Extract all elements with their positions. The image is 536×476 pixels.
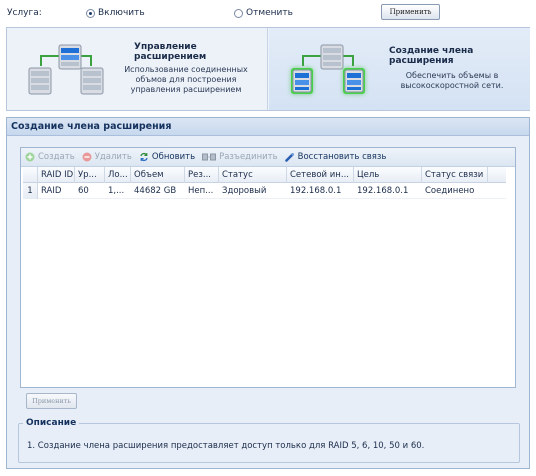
- cell-target: 192.168.0.1: [357, 186, 409, 196]
- create-button-label: Создать: [38, 152, 75, 162]
- cell-network: 192.168.0.1: [290, 186, 342, 196]
- cell-level: 60: [78, 186, 89, 196]
- column-header-link-status[interactable]: Статус связи: [422, 167, 488, 183]
- column-header-spacer: [488, 167, 506, 183]
- minus-circle-icon: [82, 152, 92, 162]
- manage-expansion-panel[interactable]: Управление расширением Использование сое…: [7, 28, 268, 110]
- service-label: Услуга:: [7, 8, 42, 18]
- column-header-level[interactable]: Ур...: [75, 167, 105, 183]
- column-header-location[interactable]: Ло...: [105, 167, 131, 183]
- create-member-section: Создание члена расширения Создать Удалит…: [6, 117, 530, 469]
- feature-banner: Управление расширением Использование сое…: [6, 27, 530, 111]
- radio-enable[interactable]: Включить: [86, 8, 145, 18]
- members-grid: Создать Удалить Обновить Разъединить Вос…: [20, 147, 516, 388]
- service-apply-button[interactable]: Применить: [381, 4, 440, 20]
- disconnect-icon: [202, 153, 217, 161]
- grid-header-row: RAID ID Ур... Ло... Объем Рез... Статус …: [23, 167, 506, 183]
- grid-toolbar: Создать Удалить Обновить Разъединить Вос…: [21, 148, 515, 167]
- network-volumes-icon: [291, 44, 365, 94]
- column-header-raid-id[interactable]: RAID ID: [38, 167, 75, 183]
- plus-circle-icon: [25, 152, 35, 162]
- description-box: Описание 1. Создание члена расширения пр…: [18, 418, 520, 463]
- create-desc-line: Обеспечить объемы в: [405, 71, 499, 80]
- manage-expansion-title: Управление расширением: [134, 42, 207, 62]
- create-desc-line: высокоскоростной сети.: [400, 81, 504, 90]
- column-header-volume[interactable]: Объем: [131, 167, 185, 183]
- disconnect-button[interactable]: Разъединить: [202, 152, 278, 162]
- refresh-button[interactable]: Обновить: [139, 152, 195, 162]
- reconnect-icon: [284, 153, 294, 162]
- description-text: 1. Создание члена расширения предоставля…: [27, 441, 425, 451]
- refresh-icon: [140, 152, 148, 162]
- refresh-button-label: Обновить: [151, 152, 196, 162]
- service-row: Услуга: Включить Отменить Применить: [0, 0, 536, 26]
- radio-disable-indicator[interactable]: [234, 8, 243, 18]
- radio-enable-label: Включить: [98, 8, 145, 18]
- cell-location: 1,...: [108, 186, 125, 196]
- create-member-title: Создание члена расширения: [389, 46, 474, 66]
- manage-desc-line: Использование соединенных: [124, 65, 248, 74]
- manage-desc-line: объмов для построения: [135, 75, 237, 84]
- radio-disable-label: Отменить: [246, 8, 293, 18]
- cell-raid-id: RAID: [41, 186, 62, 196]
- radio-disable[interactable]: Отменить: [234, 8, 293, 18]
- manage-desc-line: управления расширением: [130, 85, 242, 94]
- section-title: Создание члена расширения: [7, 118, 529, 136]
- column-header-rownum: [23, 167, 38, 183]
- cell-reserve: Неп...: [188, 186, 214, 196]
- delete-button[interactable]: Удалить: [82, 152, 132, 162]
- table-row[interactable]: 1 RAID 60 1,... 44682 GB Неп... Здоровый…: [23, 183, 506, 199]
- create-button[interactable]: Создать: [25, 152, 75, 162]
- section-apply-button[interactable]: Применить: [26, 393, 77, 409]
- column-header-network[interactable]: Сетевой ин...: [287, 167, 354, 183]
- reconnect-button-label: Восстановить связь: [297, 152, 387, 162]
- row-number: 1: [23, 183, 38, 199]
- disconnect-button-label: Разъединить: [219, 152, 278, 162]
- linked-volumes-icon: [28, 44, 104, 95]
- radio-enable-indicator[interactable]: [86, 8, 95, 18]
- create-member-panel[interactable]: Создание члена расширения Обеспечить объ…: [269, 28, 530, 110]
- description-legend: Описание: [23, 418, 80, 428]
- column-header-target[interactable]: Цель: [354, 167, 422, 183]
- manage-expansion-desc: Использование соединенных объмов для пос…: [119, 65, 253, 95]
- column-header-reserve[interactable]: Рез...: [185, 167, 219, 183]
- column-header-status[interactable]: Статус: [219, 167, 287, 183]
- cell-volume: 44682 GB: [134, 186, 177, 196]
- cell-status: Здоровый: [222, 186, 267, 196]
- create-member-desc: Обеспечить объемы в высокоскоростной сет…: [389, 71, 515, 91]
- cell-link-status: Соединено: [425, 186, 475, 196]
- delete-button-label: Удалить: [94, 152, 132, 162]
- reconnect-button[interactable]: Восстановить связь: [284, 152, 387, 162]
